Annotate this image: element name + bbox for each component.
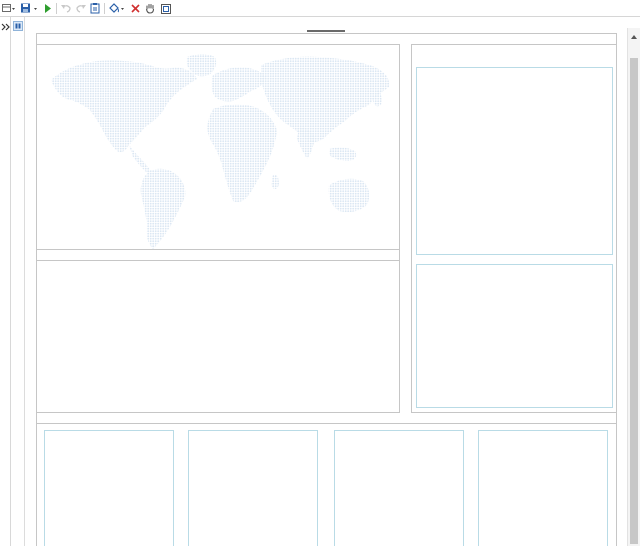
toolbar [0,0,640,17]
paint-bucket-icon [109,3,124,13]
run-button[interactable] [43,2,53,15]
play-icon [45,4,51,13]
save-button[interactable] [20,2,40,15]
bottom-widget-1[interactable] [44,430,174,546]
collapsed-side-panel [0,17,11,546]
double-chevron-right-icon [1,23,10,31]
panel-icon [15,23,21,29]
delete-button[interactable] [130,2,141,15]
world-map-icon [51,54,390,249]
scrollbar-thumb[interactable] [630,58,638,544]
pan-button[interactable] [144,2,156,15]
undo-arrow-icon [61,5,71,13]
caret-up-icon [631,35,637,39]
window-button[interactable] [160,2,172,15]
clipboard-icon [90,3,100,14]
paste-button[interactable] [89,2,101,15]
bottom-widget-3[interactable] [334,430,464,546]
undo-button[interactable] [60,2,72,15]
hand-icon [145,3,155,14]
fill-color-button[interactable] [108,2,127,15]
right-top-widget[interactable] [416,67,613,255]
layout-grid-icon [2,4,15,12]
expand-panel-button[interactable] [1,22,10,34]
floppy-disk-icon [21,3,37,13]
vertical-scrollbar[interactable] [627,28,640,546]
layout-menu-button[interactable] [2,2,16,15]
window-frame-icon [161,4,171,14]
splitter-handle[interactable] [307,30,345,32]
panel-toggle-button[interactable] [13,21,23,31]
toolbar-separator [104,3,105,14]
right-bottom-widget[interactable] [416,264,613,408]
redo-button[interactable] [75,2,87,15]
red-x-icon [131,4,140,13]
bottom-row-divider [36,413,617,424]
scroll-up-button[interactable] [630,31,638,43]
side-gutter [11,17,25,546]
dashboard-header-band [36,33,617,44]
bottom-left-panel[interactable] [36,261,400,413]
dashboard-canvas [25,17,627,546]
left-column-divider [36,250,400,261]
toolbar-separator [56,3,57,14]
map-panel[interactable] [36,44,400,250]
bottom-widget-2[interactable] [188,430,318,546]
bottom-widget-4[interactable] [478,430,608,546]
redo-arrow-icon [76,5,86,13]
